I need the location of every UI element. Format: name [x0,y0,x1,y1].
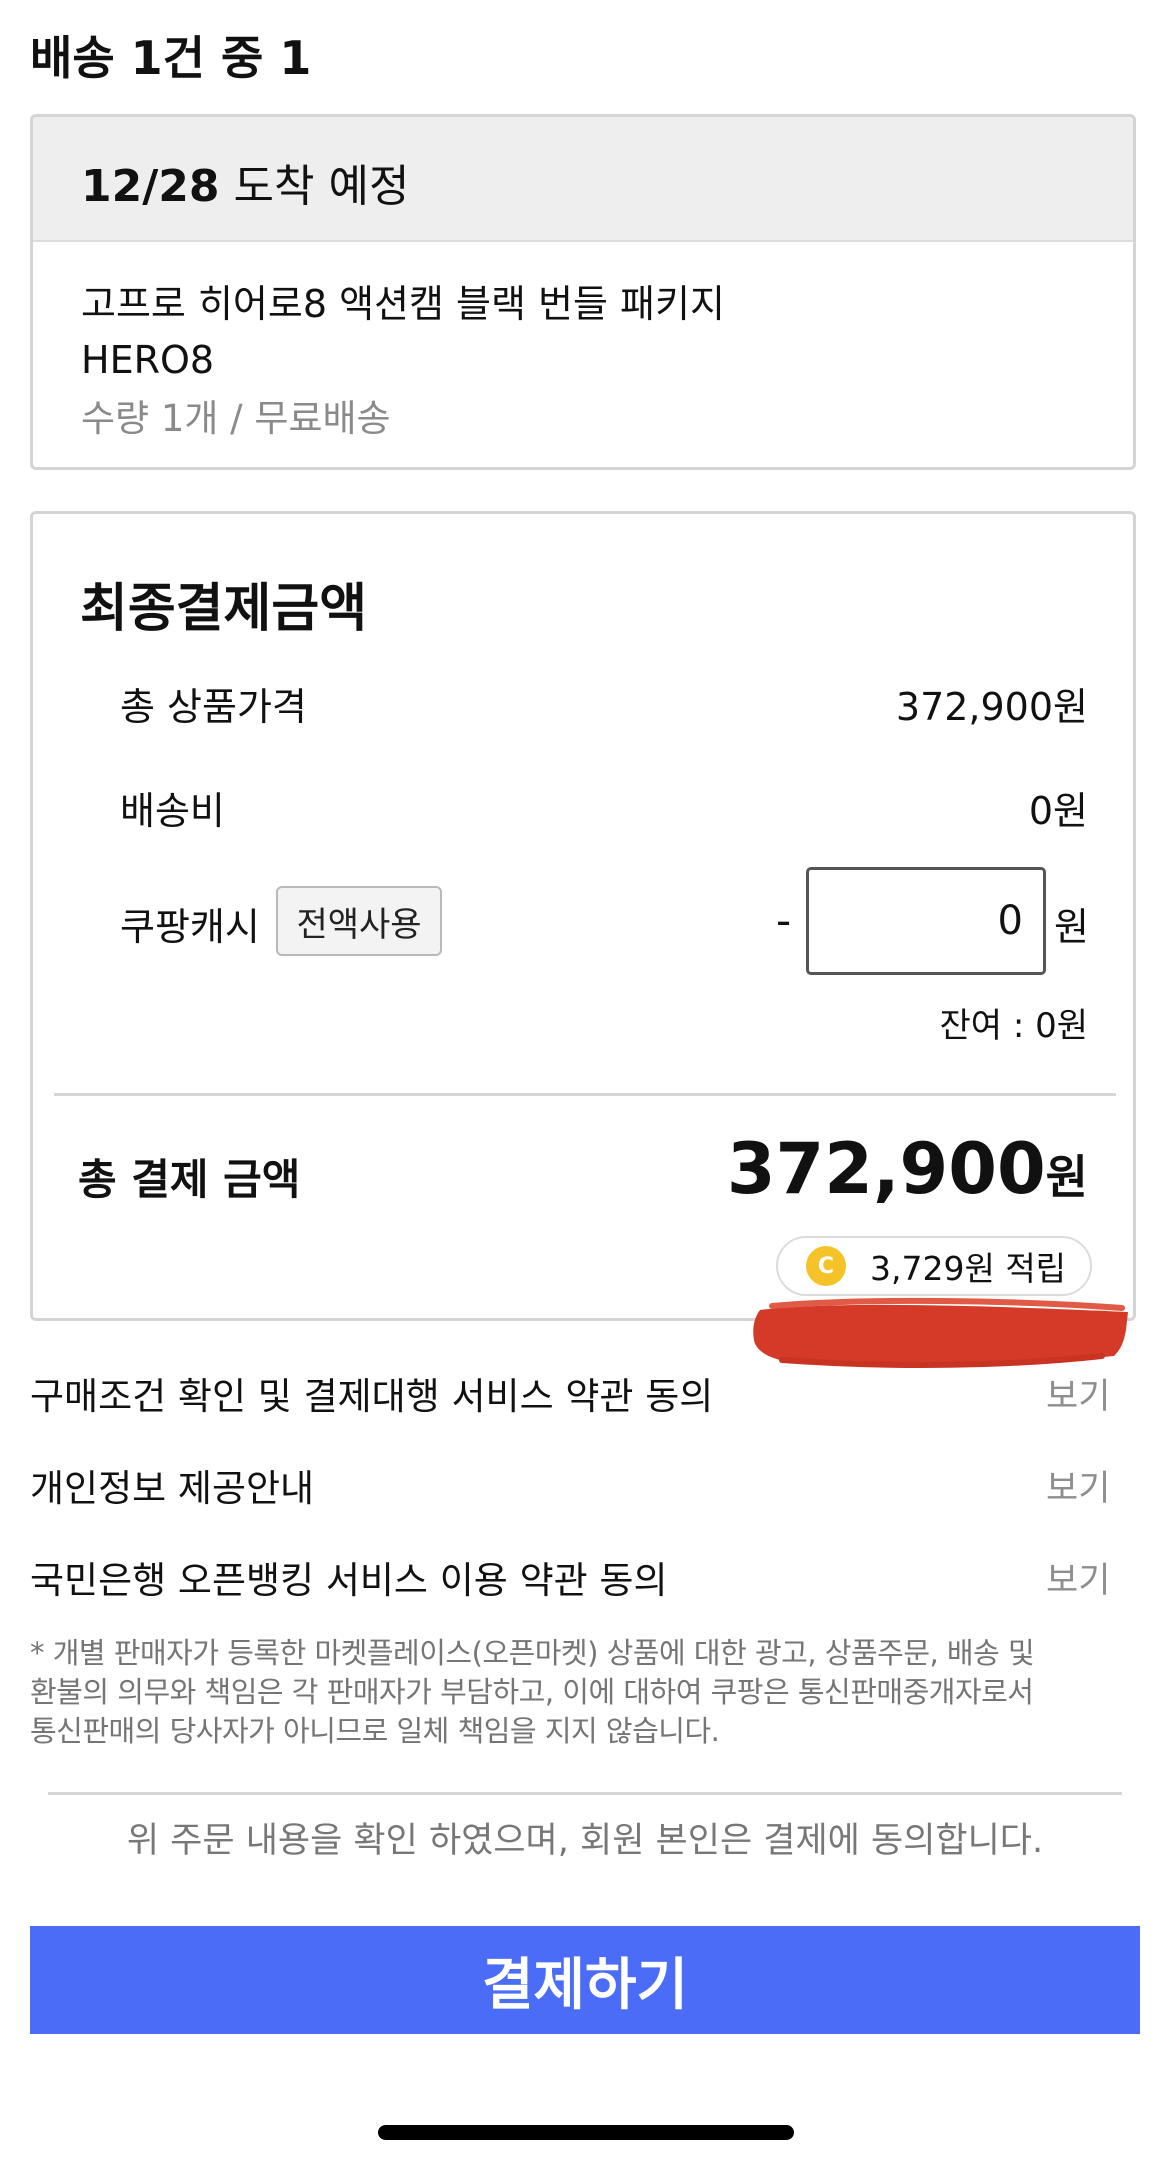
cash-balance: 잔여 : 0원 [939,1006,1088,1046]
minus-sign: - [776,896,792,945]
total-payment-number: 372,900 [726,1128,1046,1210]
term-privacy-info-view-link[interactable]: 보기 [1046,1460,1110,1511]
product-name-line2: HERO8 [81,338,215,382]
arrival-date: 12/28 도착 예정 [81,150,409,214]
shipment-card: 12/28 도착 예정 고프로 히어로8 액션캠 블랙 번들 패키지 HERO8… [30,114,1136,470]
term-open-banking: 국민은행 오픈뱅킹 서비스 이용 약관 동의 [30,1559,668,1602]
term-privacy-info: 개인정보 제공안내 [30,1467,315,1510]
total-product-price-value: 372,900원 [895,685,1088,729]
shipment-card-header: 12/28 도착 예정 [33,117,1133,242]
reward-points-badge: C 3,729원 적립 [776,1236,1092,1296]
product-name-line1: 고프로 히어로8 액션캠 블랙 번들 패키지 [81,282,725,326]
product-quantity-shipping: 수량 1개 / 무료배송 [81,397,391,440]
use-full-cash-button[interactable]: 전액사용 [276,886,442,956]
coupang-cash-label: 쿠팡캐시 [120,905,260,949]
red-marker-redaction [753,1297,1128,1368]
payment-divider [54,1093,1116,1096]
shipping-fee-value: 0원 [1028,789,1088,833]
payment-title: 최종결제금액 [80,579,368,639]
arrival-date-suffix: 도착 예정 [219,161,410,212]
term-purchase-conditions-view-link[interactable]: 보기 [1046,1368,1110,1419]
notice-line: 환불의 의무와 책임은 각 판매자가 부담하고, 이에 대하여 쿠팡은 통신판매… [30,1675,1034,1709]
order-consent-text: 위 주문 내용을 확인 하였으며, 회원 본인은 결제에 동의합니다. [126,1821,1044,1861]
notice-line: * 개별 판매자가 등록한 마켓플레이스(오픈마켓) 상품에 대한 광고, 상품… [30,1636,1035,1670]
pay-button[interactable]: 결제하기 [30,1926,1140,2034]
reward-points-text: 3,729원 적립 [870,1249,1067,1288]
shipping-fee-label: 배송비 [120,789,225,833]
total-payment-amount: 372,900원 [727,1128,1088,1210]
term-purchase-conditions: 구매조건 확인 및 결제대행 서비스 약관 동의 [30,1375,714,1418]
notice-line: 통신판매의 당사자가 아니므로 일체 책임을 지지 않습니다. [30,1714,720,1748]
coin-icon: C [806,1246,846,1286]
arrival-date-value: 12/28 [81,161,220,212]
coupang-cash-input[interactable] [806,867,1046,975]
marketplace-notice: * 개별 판매자가 등록한 마켓플레이스(오픈마켓) 상품에 대한 광고, 상품… [30,1634,1140,1751]
cash-unit: 원 [1054,905,1089,949]
product-name: 고프로 히어로8 액션캠 블랙 번들 패키지 HERO8 [81,276,1081,388]
delivery-count-heading: 배송 1건 중 1 [30,31,312,85]
total-product-price-label: 총 상품가격 [120,685,307,729]
term-open-banking-view-link[interactable]: 보기 [1046,1552,1110,1603]
notice-divider [48,1792,1122,1795]
total-payment-label: 총 결제 금액 [78,1155,301,1204]
total-payment-unit: 원 [1045,1150,1088,1204]
home-indicator[interactable] [378,2125,794,2140]
